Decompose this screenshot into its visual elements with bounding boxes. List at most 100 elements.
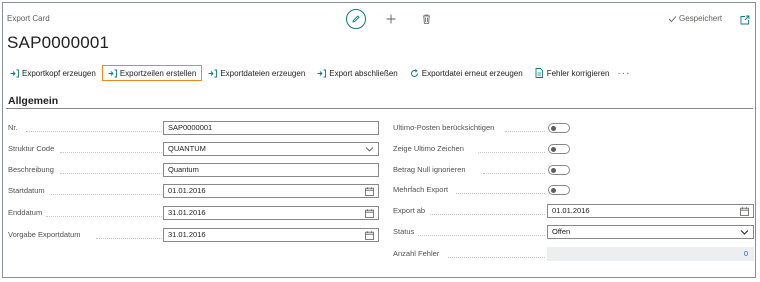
field-label: Nr. [8, 123, 18, 132]
field-row-status: Status Offen [393, 225, 755, 239]
action-bar: Exportkopf erzeugen Exportzeilen erstell… [4, 64, 630, 82]
field-row-mehrfach-export: Mehrfach Export [393, 183, 755, 197]
export-abschliessen-button[interactable]: Export abschließen [311, 65, 403, 81]
nr-input[interactable]: SAP0000001 [163, 121, 379, 135]
beschreibung-input[interactable]: Quantum [163, 163, 379, 177]
page-caption: Export Card [7, 14, 50, 23]
plus-icon [386, 14, 396, 24]
calendar-icon[interactable] [365, 231, 374, 240]
action-label: Export abschließen [329, 68, 398, 78]
refresh-icon [410, 68, 418, 77]
exportdateien-erzeugen-button[interactable]: Exportdateien erzeugen [202, 65, 311, 81]
dotted-leader [430, 214, 545, 215]
field-row-export-ab: Export ab 01.01.2016 [393, 204, 755, 218]
field-value: 31.01.2016 [168, 208, 206, 217]
new-button[interactable] [381, 9, 401, 29]
chevron-down-icon [740, 230, 749, 235]
dotted-leader [51, 194, 164, 195]
field-value: Offen [552, 227, 571, 236]
dotted-leader [60, 173, 164, 174]
action-label: Fehler korrigieren [546, 68, 610, 78]
more-options-button[interactable]: ··· [617, 68, 630, 79]
record-title: SAP0000001 [7, 33, 110, 52]
dotted-leader [456, 193, 545, 194]
field-label: Anzahl Fehler [393, 249, 440, 258]
arrow-in-icon [317, 69, 327, 77]
calendar-icon[interactable] [365, 187, 374, 196]
exportdatei-erneut-erzeugen-button[interactable]: Exportdatei erneut erzeugen [404, 65, 529, 81]
field-row-anzahl-fehler: Anzahl Fehler 0 [393, 247, 755, 261]
action-label: Exportdateien erzeugen [220, 68, 306, 78]
field-label: Mehrfach Export [393, 185, 449, 194]
field-value: 0 [743, 249, 748, 258]
dotted-leader [478, 152, 545, 153]
arrow-in-icon [10, 69, 19, 77]
field-label: Enddatum [8, 208, 43, 217]
dotted-leader [483, 173, 545, 174]
exportkopf-erzeugen-button[interactable]: Exportkopf erzeugen [4, 65, 102, 81]
pencil-icon [352, 15, 360, 23]
field-row-ultimo-posten: Ultimo-Posten berücksichtigen [393, 121, 755, 135]
startdatum-input[interactable]: 01.01.2016 [163, 184, 379, 198]
edit-button[interactable] [346, 9, 366, 29]
dotted-leader [505, 131, 545, 132]
status-dropdown[interactable]: Offen [547, 225, 754, 239]
enddatum-input[interactable]: 31.01.2016 [163, 206, 379, 220]
anzahl-fehler-value[interactable]: 0 [547, 247, 754, 261]
exportzeilen-erstellen-button[interactable]: Exportzeilen erstellen [101, 65, 203, 81]
header-toolbar [346, 9, 436, 29]
field-label: Beschreibung [8, 165, 54, 174]
calendar-icon[interactable] [365, 209, 374, 218]
section-divider [6, 108, 753, 109]
field-value: SAP0000001 [168, 123, 213, 132]
action-label: Exportzeilen erstellen [119, 68, 197, 78]
field-row-zeige-ultimo: Zeige Ultimo Zeichen [393, 142, 755, 156]
expand-icon [740, 15, 750, 25]
dotted-leader [26, 131, 164, 132]
field-label: Vorgabe Exportdatum [8, 230, 81, 239]
dotted-leader [46, 216, 164, 217]
chevron-down-icon [365, 147, 374, 152]
field-label: Startdatum [8, 186, 45, 195]
trash-icon [422, 14, 430, 24]
fehler-korrigieren-button[interactable]: Fehler korrigieren [529, 65, 616, 81]
arrow-in-icon [208, 69, 218, 77]
field-label: Struktur Code [8, 144, 55, 153]
betrag-null-toggle[interactable] [548, 165, 570, 175]
document-edit-icon [535, 68, 543, 78]
saved-status: Gespeichert [668, 14, 722, 23]
field-value: 01.01.2016 [552, 206, 590, 215]
dotted-leader [418, 235, 545, 236]
field-row-struktur-code: Struktur Code QUANTUM [8, 142, 379, 156]
delete-button[interactable] [416, 9, 436, 29]
action-label: Exportkopf erzeugen [22, 68, 96, 78]
calendar-icon[interactable] [740, 207, 749, 216]
field-label: Zeige Ultimo Zeichen [393, 144, 464, 153]
ultimo-posten-toggle[interactable] [548, 123, 570, 133]
open-new-window-button[interactable] [740, 12, 750, 30]
field-row-nr: Nr. SAP0000001 [8, 121, 379, 135]
export-ab-input[interactable]: 01.01.2016 [547, 204, 754, 218]
section-title-allgemein: Allgemein [8, 95, 59, 107]
saved-label: Gespeichert [679, 14, 723, 23]
zeige-ultimo-toggle[interactable] [548, 144, 570, 154]
action-label: Exportdatei erneut erzeugen [421, 68, 523, 78]
field-value: 01.01.2016 [168, 186, 206, 195]
field-row-startdatum: Startdatum 01.01.2016 [8, 184, 379, 198]
dotted-leader [60, 152, 164, 153]
field-label: Ultimo-Posten berücksichtigen [393, 123, 495, 132]
dotted-leader [448, 257, 545, 258]
vorgabe-exportdatum-input[interactable]: 31.01.2016 [163, 228, 379, 242]
checkmark-icon [668, 15, 677, 22]
mehrfach-export-toggle[interactable] [548, 185, 570, 195]
field-row-enddatum: Enddatum 31.01.2016 [8, 206, 379, 220]
field-row-betrag-null: Betrag Null ignorieren [393, 163, 755, 177]
field-value: QUANTUM [168, 144, 206, 153]
field-row-beschreibung: Beschreibung Quantum [8, 163, 379, 177]
field-value: 31.01.2016 [168, 230, 206, 239]
struktur-code-dropdown[interactable]: QUANTUM [163, 142, 379, 156]
field-label: Status [393, 227, 415, 236]
field-value: Quantum [168, 165, 199, 174]
field-label: Betrag Null ignorieren [393, 165, 466, 174]
dotted-leader [96, 238, 164, 239]
